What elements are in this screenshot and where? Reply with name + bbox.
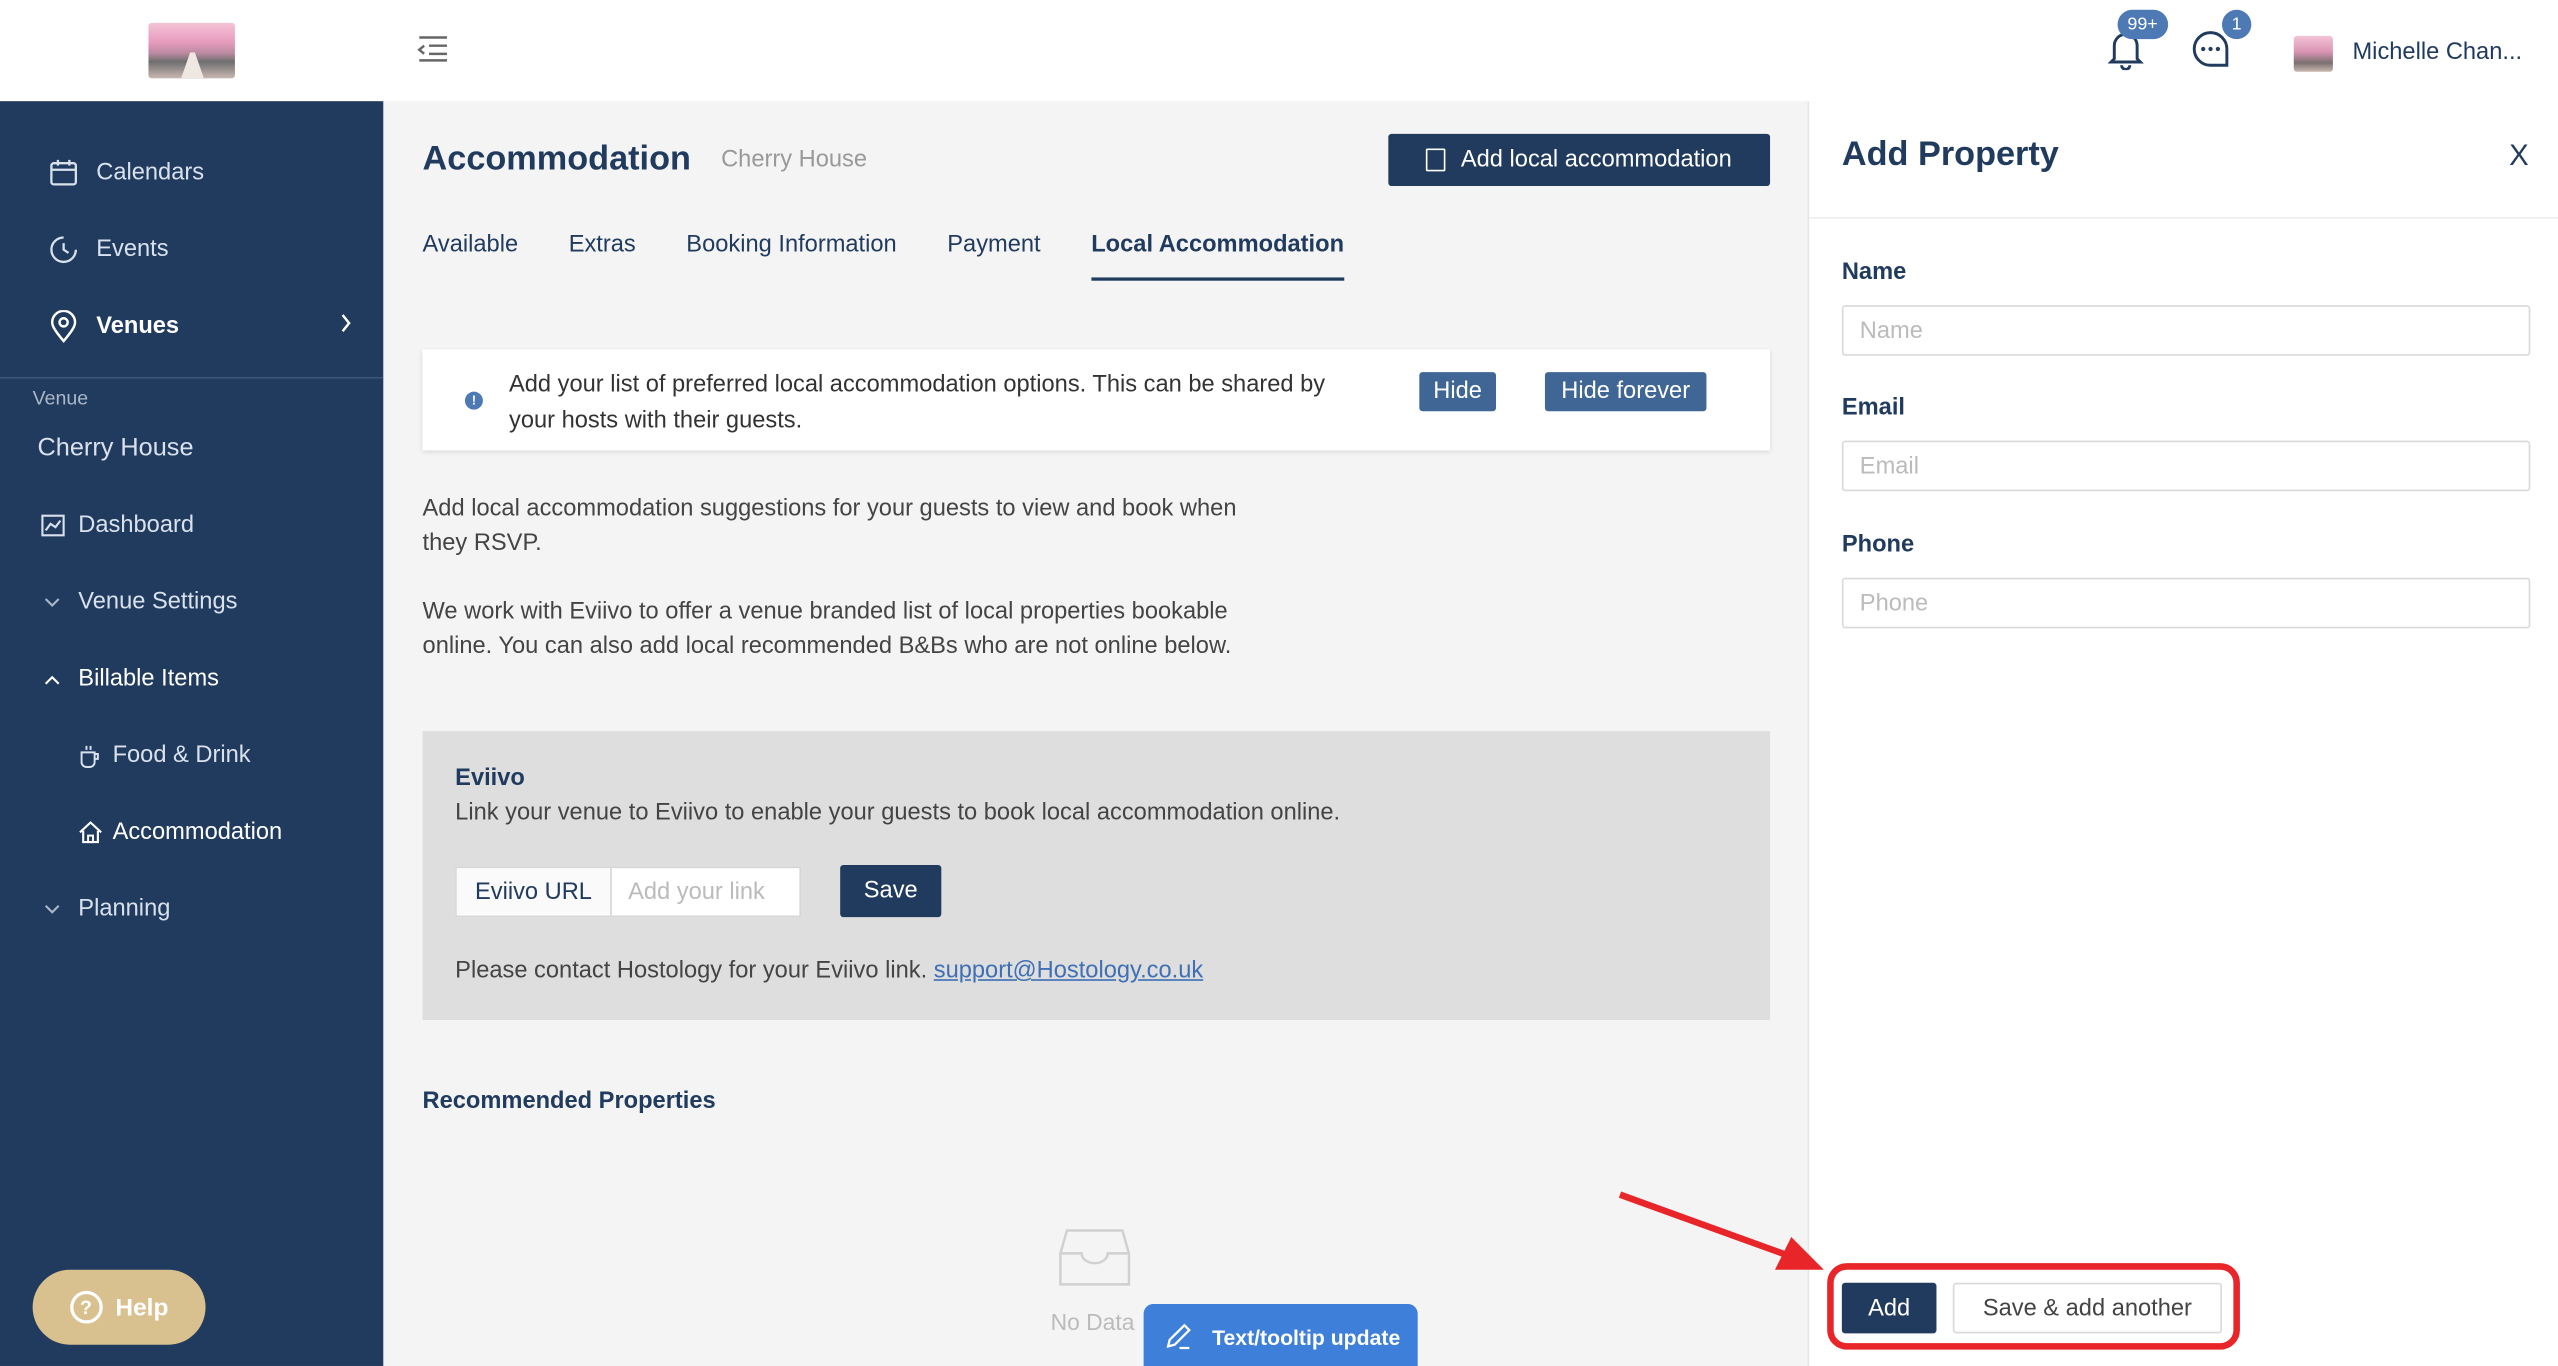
messages-badge: 1 — [2221, 9, 2252, 40]
sidebar-item-calendars[interactable]: Calendars — [0, 140, 383, 205]
app-root: Calendars Events Venues Venue Cherry Hou… — [0, 0, 2558, 1366]
add-property-panel: Add Property X Name Email Phone Add Save… — [1807, 101, 2558, 1366]
sidebar-item-label: Planning — [78, 895, 171, 923]
eviivo-contact-text: Please contact Hostology for your Eviivo… — [455, 957, 928, 985]
sidebar-section-label: Venue — [32, 386, 89, 410]
sidebar-item-label: Billable Items — [78, 665, 219, 692]
panel-title: Add Property — [1841, 135, 2059, 173]
eviivo-url-label: Eviivo URL — [456, 868, 612, 916]
sidebar-item-label: Dashboard — [78, 512, 195, 539]
sidebar-item-label: Food & Drink — [112, 742, 251, 769]
add-local-accommodation-label: Add local accommodation — [1460, 146, 1732, 173]
chat-icon[interactable] — [2191, 29, 2230, 68]
tab-available[interactable]: Available — [423, 232, 519, 281]
chart-icon — [36, 509, 69, 542]
sidebar-venue-name: Cherry House — [37, 434, 194, 462]
chevron-up-icon — [36, 663, 69, 696]
pen-icon — [1163, 1322, 1192, 1351]
venue-logo[interactable] — [148, 22, 235, 79]
name-field[interactable] — [1841, 305, 2531, 356]
sidebar-item-venues[interactable]: Venues — [0, 294, 383, 359]
sidebar-item-label: Calendars — [96, 159, 205, 187]
panel-divider — [1809, 217, 2558, 219]
hide-forever-button[interactable]: Hide forever — [1544, 372, 1707, 412]
chevron-down-icon — [36, 893, 69, 926]
phone-label: Phone — [1841, 532, 1915, 559]
eviivo-contact: Please contact Hostology for your Eviivo… — [455, 958, 1203, 984]
hide-button[interactable]: Hide — [1419, 372, 1496, 412]
sidebar-item-label: Venue Settings — [78, 589, 238, 616]
clock-icon — [47, 233, 80, 266]
location-pin-icon — [47, 310, 80, 343]
help-label: Help — [115, 1293, 169, 1322]
tab-extras[interactable]: Extras — [569, 232, 636, 281]
sidebar-item-food-drink[interactable]: Food & Drink — [0, 723, 383, 788]
eviivo-url-input[interactable]: Add your link — [612, 868, 800, 915]
sidebar-item-billable-items[interactable]: Billable Items — [0, 646, 383, 711]
annotation-arrow-icon — [1618, 1191, 1824, 1270]
document-icon — [1426, 148, 1447, 172]
eviivo-paragraph: We work with Eviivo to offer a venue bra… — [422, 598, 1232, 660]
page-title: Accommodation — [422, 140, 691, 178]
chevron-right-icon — [339, 313, 352, 339]
empty-inbox-icon — [1057, 1227, 1132, 1289]
logo-area — [0, 0, 384, 102]
support-email-link[interactable]: support@Hostology.co.uk — [934, 958, 1203, 984]
sidebar-item-events[interactable]: Events — [0, 217, 383, 282]
tab-booking-information[interactable]: Booking Information — [686, 232, 896, 281]
eviivo-title: Eviivo — [455, 765, 525, 792]
email-field[interactable] — [1841, 440, 2531, 492]
main-content: Accommodation Cherry House Add local acc… — [383, 101, 1808, 1366]
tooltip-update-label: Text/tooltip update — [1212, 1324, 1401, 1349]
eviivo-save-button[interactable]: Save — [840, 864, 942, 918]
sidebar-item-venue-settings[interactable]: Venue Settings — [0, 570, 383, 635]
sidebar-item-accommodation[interactable]: Accommodation — [0, 800, 383, 865]
tab-local-accommodation[interactable]: Local Accommodation — [1091, 232, 1345, 281]
info-notice: ! Add your list of preferred local accom… — [422, 349, 1771, 451]
sidebar-item-label: Accommodation — [112, 819, 283, 846]
page-subtitle: Cherry House — [721, 146, 868, 173]
eviivo-url-input-group: Eviivo URL Add your link — [455, 866, 802, 918]
notifications-badge: 99+ — [2117, 9, 2168, 40]
email-label: Email — [1841, 394, 1905, 422]
sidebar-item-planning[interactable]: Planning — [0, 876, 383, 941]
sidebar-item-label: Venues — [96, 313, 180, 340]
text-tooltip-update-button[interactable]: Text/tooltip update — [1143, 1303, 1418, 1366]
sidebar-item-label: Events — [96, 236, 169, 263]
eviivo-description: Link your venue to Eviivo to enable your… — [455, 799, 1341, 826]
tab-payment[interactable]: Payment — [947, 232, 1040, 281]
help-button[interactable]: ? Help — [32, 1269, 206, 1345]
info-icon: ! — [464, 391, 483, 410]
notice-text: Add your list of preferred local accommo… — [508, 372, 1326, 435]
intro-paragraph: Add local accommodation suggestions for … — [422, 496, 1237, 557]
sidebar: Calendars Events Venues Venue Cherry Hou… — [0, 101, 384, 1366]
menu-collapse-icon[interactable] — [416, 34, 449, 63]
question-icon: ? — [69, 1290, 103, 1324]
user-name[interactable]: Michelle Chan... — [2352, 39, 2522, 65]
add-local-accommodation-button[interactable]: Add local accommodation — [1388, 133, 1771, 187]
annotation-highlight-box — [1827, 1263, 2240, 1350]
home-icon — [73, 816, 106, 849]
recommended-properties-title: Recommended Properties — [422, 1088, 716, 1115]
no-data-text: No Data — [1050, 1308, 1135, 1335]
sidebar-item-dashboard[interactable]: Dashboard — [0, 493, 383, 558]
name-label: Name — [1841, 259, 1907, 286]
chevron-down-icon — [36, 586, 69, 619]
top-bar: 99+ 1 Michelle Chan... — [383, 0, 2558, 102]
tab-bar: Available Extras Booking Information Pay… — [423, 232, 1395, 281]
sidebar-divider — [0, 376, 384, 379]
phone-field[interactable] — [1841, 577, 2531, 629]
coffee-cup-icon — [73, 739, 106, 772]
avatar[interactable] — [2293, 35, 2333, 72]
close-icon[interactable]: X — [2503, 138, 2536, 172]
calendar-icon — [47, 157, 80, 190]
eviivo-panel: Eviivo Link your venue to Eviivo to enab… — [422, 731, 1771, 1020]
